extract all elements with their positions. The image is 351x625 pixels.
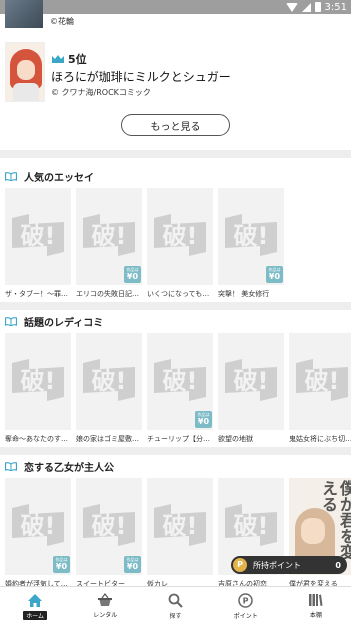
ranking-item-previous[interactable]: ©花輪 [0, 0, 351, 32]
book-card[interactable]: 破! ザ・タブー！～罪… [5, 188, 71, 299]
book-author: © クワナ海/ROCKコミック [51, 88, 151, 97]
points-value: 0 [335, 560, 341, 570]
book-title: ほろにが珈琲にミルクとシュガー [51, 70, 231, 84]
more-button[interactable]: もっと見る [121, 114, 230, 136]
crown-icon [51, 54, 65, 64]
book-card[interactable]: 破! 仮カレ [147, 478, 213, 589]
book-card[interactable]: 破! 奪命～あなたのす… [5, 333, 71, 444]
home-icon [28, 593, 43, 607]
section-title: 人気のエッセイ [24, 172, 94, 184]
open-book-icon [5, 461, 17, 471]
book-cover: 破! 作品は ¥0 [218, 188, 284, 285]
book-cover: 破! 作品は ¥0 [76, 188, 142, 285]
tab-label: 本棚 [309, 612, 322, 619]
book-cover: 破! [218, 333, 284, 430]
book-card[interactable]: 破! 欲望の地獄 [218, 333, 284, 444]
points-balance[interactable]: P 所持ポイント 0 [231, 556, 347, 574]
tab-bookshelf[interactable]: 本棚 [281, 587, 351, 625]
free-badge: 作品は ¥0 [53, 556, 70, 573]
svg-text:破!: 破! [21, 512, 56, 540]
point-coin-icon: P [233, 558, 247, 572]
book-carousel[interactable]: 破! 奪命～あなたのす… 破! 娘の家はゴミ屋敷… 破! 作品は ¥0 チューリップ【分… 破!… [0, 333, 351, 453]
points-label: 所持ポイント [253, 560, 301, 570]
book-carousel[interactable]: 破! 作品は ¥0 婚約者が浮気して… 破! 作品は ¥0 スイートビター 破! 仮カレ 破! 吉原さ… [0, 478, 351, 598]
book-author: ©花輪 [50, 17, 74, 26]
search-icon [168, 593, 183, 608]
rank-number: 5位 [68, 53, 87, 66]
book-card[interactable]: 破! 作品は ¥0 婚約者が浮気して… [5, 478, 71, 589]
bottom-tab-bar: ホーム レンタル 探す P ポイント 本棚 [0, 586, 351, 625]
book-title: 突撃！ 美女修行 [218, 290, 270, 298]
book-cover: 破! [76, 333, 142, 430]
open-book-icon [5, 171, 17, 181]
svg-text:P: P [243, 596, 249, 605]
book-title: 鬼姑女将にぶち切… [289, 435, 351, 443]
svg-text:破!: 破! [163, 367, 198, 395]
book-cover: 破! 作品は ¥0 [5, 478, 71, 575]
book-card[interactable]: 破! 鬼姑女将にぶち切… [289, 333, 351, 444]
tab-label: ポイント [233, 612, 258, 620]
tab-home[interactable]: ホーム [0, 587, 70, 625]
book-title: チューリップ【分… [147, 435, 210, 443]
point-icon: P [238, 592, 253, 608]
book-cover: 破! [5, 333, 71, 430]
book-cover: 破! 作品は ¥0 [147, 333, 213, 430]
book-title: 欲望の地獄 [218, 435, 253, 443]
section-title: 話題のレディコミ [24, 317, 104, 329]
basket-icon [98, 593, 113, 606]
book-cover: 破! [147, 188, 213, 285]
free-badge: 作品は ¥0 [266, 266, 283, 283]
book-card[interactable]: 破! 作品は ¥0 突撃！ 美女修行 [218, 188, 284, 299]
book-card[interactable]: 破! 作品は ¥0 エリコの失敗日記… [76, 188, 142, 299]
section-divider [0, 302, 351, 310]
book-card[interactable]: 破! 娘の家はゴミ屋敷… [76, 333, 142, 444]
book-card[interactable]: 破! いくつになっても… [147, 188, 213, 299]
tab-label: 探す [169, 612, 182, 620]
book-carousel[interactable]: 破! ザ・タブー！～罪… 破! 作品は ¥0 エリコの失敗日記… 破! いくつになっても… 破!… [0, 188, 351, 308]
book-title: 娘の家はゴミ屋敷… [76, 435, 139, 443]
section-title: 恋する乙女が主人公 [24, 462, 114, 474]
free-badge: 作品は ¥0 [124, 556, 141, 573]
book-title: いくつになっても… [147, 290, 210, 298]
svg-text:破!: 破! [21, 222, 56, 250]
svg-text:破!: 破! [92, 367, 127, 395]
svg-text:破!: 破! [163, 222, 198, 250]
book-title: エリコの失敗日記… [76, 290, 139, 298]
book-title: ザ・タブー！～罪… [5, 290, 68, 298]
svg-text:破!: 破! [234, 512, 269, 540]
section-divider [0, 447, 351, 455]
free-badge: 作品は ¥0 [124, 266, 141, 283]
svg-text:破!: 破! [92, 512, 127, 540]
svg-text:破!: 破! [163, 512, 198, 540]
book-card[interactable]: 破! 作品は ¥0 チューリップ【分… [147, 333, 213, 444]
book-title: 奪命～あなたのす… [5, 435, 68, 443]
book-card[interactable]: 破! 作品は ¥0 スイートビター [76, 478, 142, 589]
book-cover: 破! [289, 333, 351, 430]
tab-search[interactable]: 探す [140, 587, 210, 625]
book-cover [5, 0, 43, 28]
book-cover: 破! 作品は ¥0 [76, 478, 142, 575]
ranking-item[interactable]: 5位 ほろにが珈琲にミルクとシュガー © クワナ海/ROCKコミック [0, 42, 351, 104]
section-header: 人気のエッセイ [5, 168, 94, 184]
free-badge: 作品は ¥0 [195, 411, 212, 428]
book-cover [5, 42, 45, 102]
book-cover: 破! [147, 478, 213, 575]
svg-text:破!: 破! [92, 222, 127, 250]
open-book-icon [5, 316, 17, 326]
tab-points[interactable]: P ポイント [211, 587, 281, 625]
section-header: 話題のレディコミ [5, 313, 103, 329]
rank-badge: 5位 [51, 51, 87, 67]
svg-text:破!: 破! [305, 367, 340, 395]
svg-text:破!: 破! [234, 367, 269, 395]
bookshelf-icon [309, 594, 323, 606]
tab-label: ホーム [23, 610, 48, 620]
book-cover: 破! [5, 188, 71, 285]
tab-rental[interactable]: レンタル [70, 587, 140, 625]
section-divider [0, 150, 351, 158]
svg-text:破!: 破! [234, 222, 269, 250]
svg-text:破!: 破! [21, 367, 56, 395]
section-header: 恋する乙女が主人公 [5, 458, 114, 474]
tab-label: レンタル [93, 612, 118, 619]
